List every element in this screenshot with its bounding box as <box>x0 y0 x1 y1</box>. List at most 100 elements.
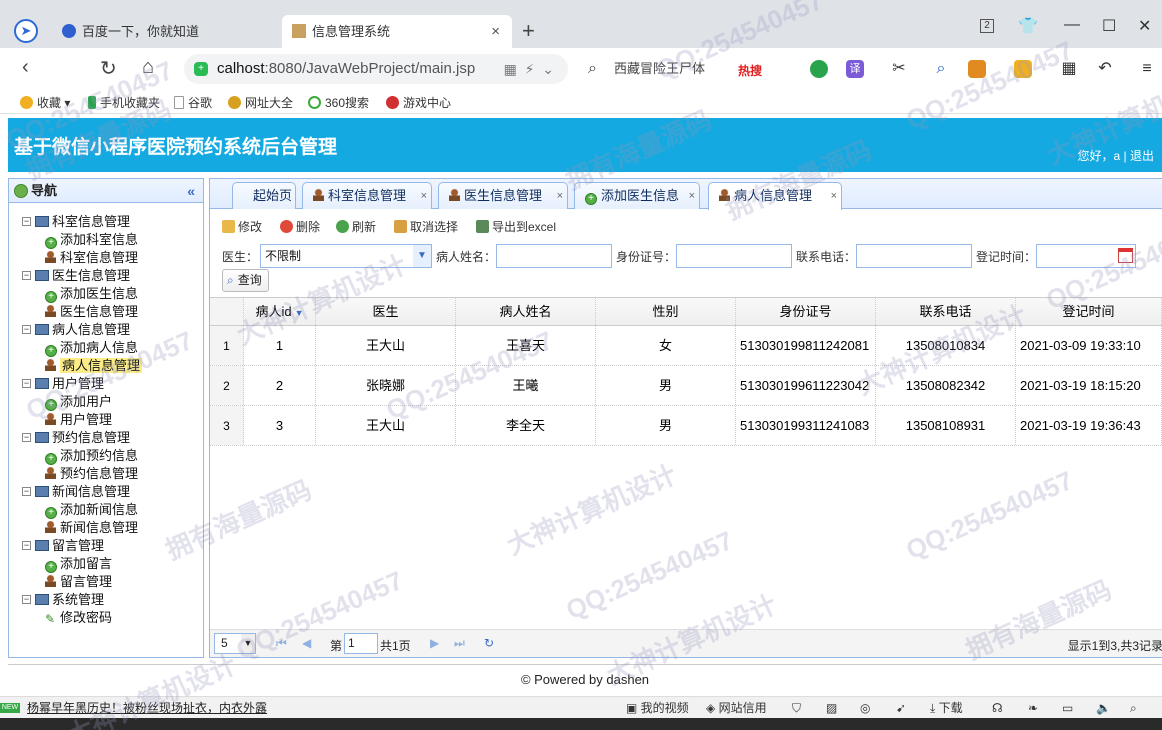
game-extension-icon[interactable] <box>968 60 986 78</box>
sidebar-group[interactable]: − 新闻信息管理 <box>9 483 203 501</box>
sidebar-item[interactable]: 医生信息管理 <box>9 303 203 321</box>
apps-grid-icon[interactable]: ▦ <box>1060 60 1078 78</box>
sidebar-group[interactable]: − 用户管理 <box>9 375 203 393</box>
sidebar-group[interactable]: − 留言管理 <box>9 537 203 555</box>
sidebar-item[interactable]: + 添加预约信息 <box>9 447 203 465</box>
column-header[interactable]: 身份证号 <box>736 298 876 325</box>
sidebar-item[interactable]: + 添加新闻信息 <box>9 501 203 519</box>
sidebar-item[interactable]: 留言管理 <box>9 573 203 591</box>
leaf-icon[interactable]: ❧ <box>1028 697 1038 719</box>
collapse-toggle-icon[interactable]: − <box>22 595 31 604</box>
tab-count-badge[interactable]: 2 <box>980 19 994 33</box>
translate-extension-icon[interactable]: 译 <box>846 60 864 78</box>
collapse-toggle-icon[interactable]: − <box>22 217 31 226</box>
page-number-input[interactable]: 1 <box>344 633 378 654</box>
reload-icon[interactable]: ↻ <box>484 636 494 650</box>
content-tab[interactable]: + 添加医生信息 × <box>574 182 700 209</box>
column-header[interactable]: 病人姓名 <box>456 298 596 325</box>
browser-tab-baidu[interactable]: 百度一下，你就知道 <box>58 15 273 48</box>
sidebar-group[interactable]: − 病人信息管理 <box>9 321 203 339</box>
delete-button[interactable]: 删除 <box>280 218 320 235</box>
collapse-toggle-icon[interactable]: − <box>22 271 31 280</box>
browser-tab-active[interactable]: 信息管理系统 × <box>282 15 512 48</box>
headset-icon[interactable]: ☊ <box>992 697 1003 719</box>
refresh-button[interactable]: 刷新 <box>336 218 376 235</box>
sidebar-item[interactable]: + 添加医生信息 <box>9 285 203 303</box>
table-row[interactable]: 1 1 王大山 王喜天女 513030199811242081 13508010834 20… <box>210 326 1162 366</box>
sidebar-group[interactable]: − 医生信息管理 <box>9 267 203 285</box>
chevron-down-icon[interactable]: ▼ <box>241 634 255 653</box>
reload-icon[interactable]: ↻ <box>100 56 117 81</box>
sidebar-item[interactable]: 预约信息管理 <box>9 465 203 483</box>
sidebar-item[interactable]: + 添加科室信息 <box>9 231 203 249</box>
calendar-icon[interactable] <box>1118 248 1133 263</box>
sidebar-item[interactable]: 病人信息管理 <box>9 357 203 375</box>
magnifier-extension-icon[interactable]: ⌕ <box>932 60 950 78</box>
sidebar-item[interactable]: 新闻信息管理 <box>9 519 203 537</box>
hot-search-label[interactable]: 热搜 <box>738 62 762 79</box>
close-tab-icon[interactable]: × <box>831 183 837 209</box>
scissors-icon[interactable]: ✂ <box>890 60 908 78</box>
close-tab-icon[interactable]: × <box>491 15 500 48</box>
my-video-link[interactable]: ▣ 我的视频 <box>626 697 689 719</box>
bookmark-google[interactable]: 谷歌 <box>174 94 212 111</box>
search-icon[interactable]: ⌕ <box>1130 697 1137 719</box>
prev-page-icon[interactable]: ◀ <box>302 636 311 650</box>
shirt-icon[interactable]: 👕 <box>1018 16 1038 36</box>
edit-button[interactable]: 修改 <box>222 218 262 235</box>
menu-icon[interactable]: ≡ <box>1138 60 1156 78</box>
bookmark-mobile[interactable]: 手机收藏夹 <box>88 94 160 111</box>
sidebar-item[interactable]: + 添加病人信息 <box>9 339 203 357</box>
minimize-button[interactable]: — <box>1064 16 1080 34</box>
column-header[interactable]: 登记时间 <box>1016 298 1162 325</box>
sidebar-item[interactable]: + 添加用户 <box>9 393 203 411</box>
cancel-selection-button[interactable]: 取消选择 <box>394 218 458 235</box>
site-credit-link[interactable]: ◈ 网站信用 <box>706 697 767 719</box>
last-page-icon[interactable]: ⏭ <box>454 636 465 651</box>
column-header[interactable]: 联系电话 <box>876 298 1016 325</box>
sort-desc-icon[interactable]: ▼ <box>295 308 304 318</box>
browser-logo-icon[interactable]: ➤ <box>14 19 38 43</box>
first-page-icon[interactable]: ⏮ <box>276 636 287 651</box>
collapse-toggle-icon[interactable]: − <box>22 379 31 388</box>
volume-icon[interactable]: 🔈 <box>1096 697 1111 719</box>
sidebar-item[interactable]: ✎ 修改密码 <box>9 609 203 627</box>
sidebar-group[interactable]: − 预约信息管理 <box>9 429 203 447</box>
id-card-input[interactable] <box>676 244 792 268</box>
home-icon[interactable]: ⌂ <box>142 56 154 79</box>
close-tab-icon[interactable]: × <box>689 183 695 209</box>
bookmark-games[interactable]: 游戏中心 <box>386 94 451 111</box>
bookmark-360[interactable]: 360搜索 <box>308 94 369 111</box>
sidebar-item[interactable]: 科室信息管理 <box>9 249 203 267</box>
undo-icon[interactable]: ↶ <box>1096 60 1114 78</box>
patient-name-input[interactable] <box>496 244 612 268</box>
image-icon[interactable]: ▨ <box>826 697 837 719</box>
table-row[interactable]: 2 2 张晓娜 王曦男 513030199611223042 13508082342 202… <box>210 366 1162 406</box>
content-tab[interactable]: 科室信息管理 × <box>302 182 432 209</box>
url-tools-icons[interactable]: ▦ ⚡ ⌄ <box>504 54 554 84</box>
column-header[interactable]: 性别 <box>596 298 736 325</box>
user-logout-link[interactable]: 您好，a | 退出 <box>1078 147 1154 164</box>
collapse-toggle-icon[interactable]: − <box>22 487 31 496</box>
window-icon[interactable]: ▭ <box>1062 697 1073 719</box>
security-icon[interactable]: ⛉ <box>792 697 801 719</box>
table-row[interactable]: 3 3 王大山 李全天男 513030199311241083 13508108931 20… <box>210 406 1162 446</box>
collapse-toggle-icon[interactable]: − <box>22 325 31 334</box>
content-tab[interactable]: 医生信息管理 × <box>438 182 568 209</box>
close-tab-icon[interactable]: × <box>421 183 427 209</box>
content-tab[interactable]: 病人信息管理 × <box>708 182 842 210</box>
new-tab-button[interactable]: + <box>522 18 535 44</box>
sidebar-group[interactable]: − 科室信息管理 <box>9 213 203 231</box>
download-link[interactable]: ⤓ 下载 <box>930 697 963 719</box>
sidebar-item[interactable]: + 添加留言 <box>9 555 203 573</box>
collapse-sidebar-icon[interactable]: « <box>187 179 195 203</box>
phone-input[interactable] <box>856 244 972 268</box>
reg-time-input[interactable] <box>1036 244 1136 268</box>
doctor-select[interactable]: 不限制 ▼ <box>260 244 432 268</box>
rocket-icon[interactable]: ➹ <box>896 697 906 719</box>
close-window-button[interactable]: ✕ <box>1138 16 1151 36</box>
page-size-select[interactable]: 5 ▼ <box>214 633 256 654</box>
sync-icon[interactable]: ◎ <box>860 697 870 719</box>
export-excel-button[interactable]: 导出到excel <box>476 218 556 235</box>
column-header[interactable]: 病人id ▼ <box>244 298 316 325</box>
